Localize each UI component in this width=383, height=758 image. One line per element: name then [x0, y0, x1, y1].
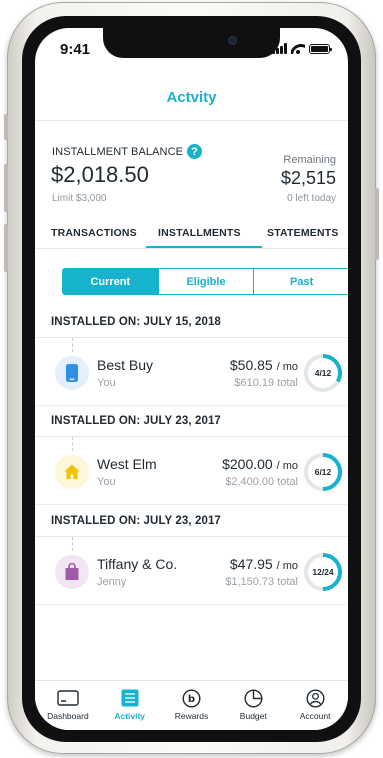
bottom-nav: Dashboard Activity b Rewards Budget Acco…: [35, 681, 348, 730]
tab-statements[interactable]: STATEMENTS: [267, 224, 339, 239]
section-header-text: INSTALLED ON: JULY 23, 2017: [51, 515, 221, 527]
merchant-name: Best Buy: [97, 357, 154, 373]
question-icon[interactable]: ?: [187, 144, 203, 159]
balance-label-text: INSTALLMENT BALANCE: [52, 145, 184, 158]
total-amount: $610.19 total: [234, 377, 298, 389]
purchaser-name: You: [97, 476, 116, 488]
purchaser-name: Jenny: [97, 576, 127, 588]
remaining-amount: $2,515: [280, 168, 336, 188]
section-header: INSTALLED ON: JULY 23, 2017: [35, 407, 348, 437]
segment-past[interactable]: Past: [254, 269, 348, 294]
nav-label: Account: [299, 711, 331, 721]
remaining-today: 0 left today: [287, 193, 336, 204]
phone-frame: 9:41 Actvity INSTALLMENT BALANCE ? $2,01…: [4, 2, 379, 754]
shopping-bag-icon: [65, 563, 79, 580]
section-header: INSTALLED ON: JULY 15, 2018: [35, 308, 348, 338]
timeline-connector: [72, 537, 73, 551]
screen: 9:41 Actvity INSTALLMENT BALANCE ? $2,01…: [35, 28, 348, 730]
battery-icon: [309, 44, 332, 54]
phone-bezel: 9:41 Actvity INSTALLMENT BALANCE ? $2,01…: [22, 16, 361, 742]
segment-current[interactable]: Current: [63, 269, 159, 294]
merchant-avatar: [55, 455, 89, 489]
wifi-icon: [291, 43, 305, 54]
card-icon: [57, 688, 79, 708]
nav-label: Activity: [114, 711, 146, 721]
nav-label: Budget: [239, 711, 267, 721]
remaining-label: Remaining: [283, 154, 336, 166]
house-icon: [64, 464, 80, 479]
monthly-amount: $50.85 / mo: [229, 357, 298, 373]
progress-ring: 12/24: [302, 551, 344, 593]
installment-row[interactable]: West Elm You $200.00 / mo $2,400.00 tota…: [35, 437, 348, 505]
side-button: [4, 114, 8, 140]
total-amount: $1,150.73 total: [225, 576, 298, 588]
progress-ring: 6/12: [302, 451, 344, 493]
installment-row[interactable]: Best Buy You $50.85 / mo $610.19 total 4…: [35, 338, 348, 406]
phone-icon: [66, 364, 78, 382]
volume-up-button: [4, 164, 8, 212]
filter-segment: Current Eligible Past: [62, 268, 348, 295]
purchaser-name: You: [97, 377, 116, 389]
nav-label: Dashboard: [47, 711, 89, 721]
page-title: Actvity: [166, 89, 217, 106]
nav-activity[interactable]: Activity: [100, 681, 160, 730]
progress-label: 12/24: [312, 567, 334, 577]
merchant-name: Tiffany & Co.: [97, 556, 178, 572]
nav-dashboard[interactable]: Dashboard: [38, 681, 98, 730]
camera-icon: [228, 36, 237, 45]
timeline-connector: [72, 437, 73, 451]
tabs-divider: [35, 248, 348, 249]
progress-label: 6/12: [314, 467, 332, 477]
header-divider: [35, 120, 348, 121]
rewards-icon: b: [180, 688, 202, 708]
merchant-avatar: [55, 356, 89, 390]
volume-down-button: [4, 224, 8, 272]
section-header-text: INSTALLED ON: JULY 23, 2017: [51, 415, 221, 427]
nav-budget[interactable]: Budget: [223, 681, 283, 730]
section-header: INSTALLED ON: JULY 23, 2017: [35, 507, 348, 537]
nav-account[interactable]: Account: [285, 681, 345, 730]
installment-row[interactable]: Tiffany & Co. Jenny $47.95 / mo $1,150.7…: [35, 537, 348, 605]
notch: [103, 28, 280, 58]
balance-label: INSTALLMENT BALANCE ?: [52, 144, 203, 159]
svg-text:b: b: [188, 694, 195, 705]
total-amount: $2,400.00 total: [225, 476, 298, 488]
merchant-name: West Elm: [97, 456, 157, 472]
status-time: 9:41: [60, 41, 91, 58]
monthly-amount: $200.00 / mo: [222, 456, 298, 472]
segment-eligible[interactable]: Eligible: [159, 269, 255, 294]
progress-ring: 4/12: [302, 352, 344, 394]
nav-label: Rewards: [174, 711, 209, 721]
power-button: [375, 188, 379, 260]
tab-transactions[interactable]: TRANSACTIONS: [51, 224, 137, 239]
nav-rewards[interactable]: b Rewards: [161, 681, 221, 730]
timeline-connector: [72, 338, 73, 352]
tab-installments[interactable]: INSTALLMENTS: [158, 224, 241, 239]
person-icon: [304, 688, 326, 708]
section-header-text: INSTALLED ON: JULY 15, 2018: [51, 316, 221, 328]
progress-label: 4/12: [314, 368, 332, 378]
monthly-amount: $47.95 / mo: [229, 556, 298, 572]
balance-limit: Limit $3,000: [52, 193, 107, 204]
list-icon: [119, 688, 141, 708]
status-icons: [272, 42, 332, 54]
balance-amount: $2,018.50: [51, 162, 149, 187]
merchant-avatar: [55, 555, 89, 589]
pie-chart-icon: [242, 688, 264, 708]
